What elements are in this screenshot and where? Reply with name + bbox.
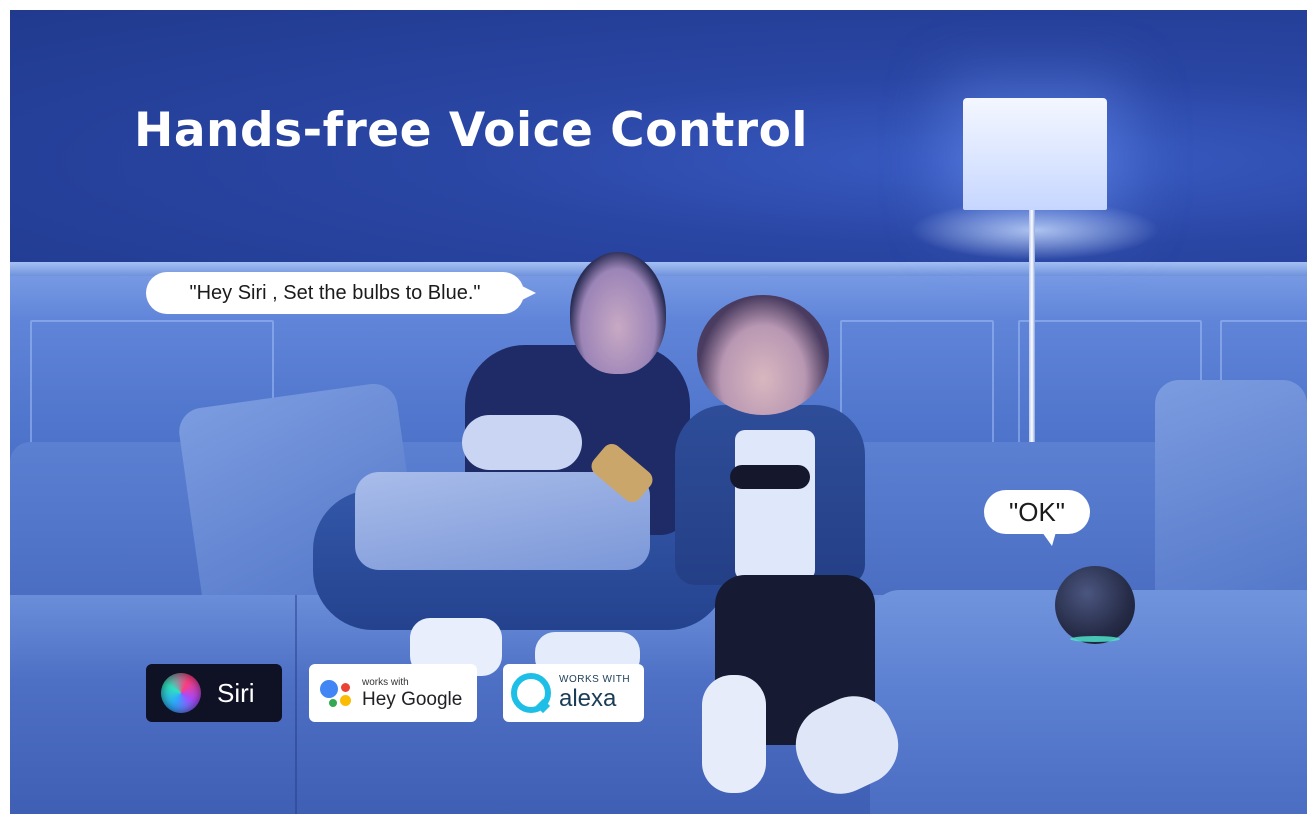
speaker-light-ring — [1070, 636, 1120, 642]
google-badge-caption: works with — [362, 676, 409, 688]
lap-pillow — [355, 472, 650, 570]
girl-arm — [462, 415, 582, 470]
speaker-reply-text: "OK" — [1008, 496, 1066, 527]
user-command-text: "Hey Siri , Set the bulbs to Blue." — [189, 281, 481, 304]
alexa-badge-title: alexa — [559, 685, 617, 712]
alexa-badge: WORKS WITH alexa — [503, 664, 644, 722]
google-assistant-icon — [320, 676, 356, 710]
sneaker — [702, 675, 766, 793]
siri-label: Siri — [217, 677, 255, 708]
wall-panel — [840, 320, 994, 454]
floor-lamp-shade — [963, 98, 1107, 210]
smart-speaker — [1055, 566, 1135, 644]
pillow — [1155, 380, 1307, 610]
boy-head — [697, 295, 829, 415]
headline: Hands-free Voice Control — [134, 103, 808, 158]
girl-head — [570, 252, 666, 374]
speaker-speech-bubble: "OK" — [984, 490, 1090, 546]
siri-icon — [161, 673, 201, 713]
google-badge: works with Hey Google — [309, 664, 477, 722]
boy-shirt — [735, 430, 815, 580]
google-badge-title: Hey Google — [362, 688, 463, 710]
cushion-seam — [295, 595, 297, 814]
game-controller — [730, 465, 810, 489]
alexa-icon — [511, 673, 551, 713]
user-speech-bubble: "Hey Siri , Set the bulbs to Blue." — [146, 272, 536, 314]
floor-lamp-pole — [1029, 210, 1035, 450]
alexa-badge-caption: WORKS WITH — [559, 674, 631, 685]
siri-badge: Siri — [146, 664, 282, 722]
